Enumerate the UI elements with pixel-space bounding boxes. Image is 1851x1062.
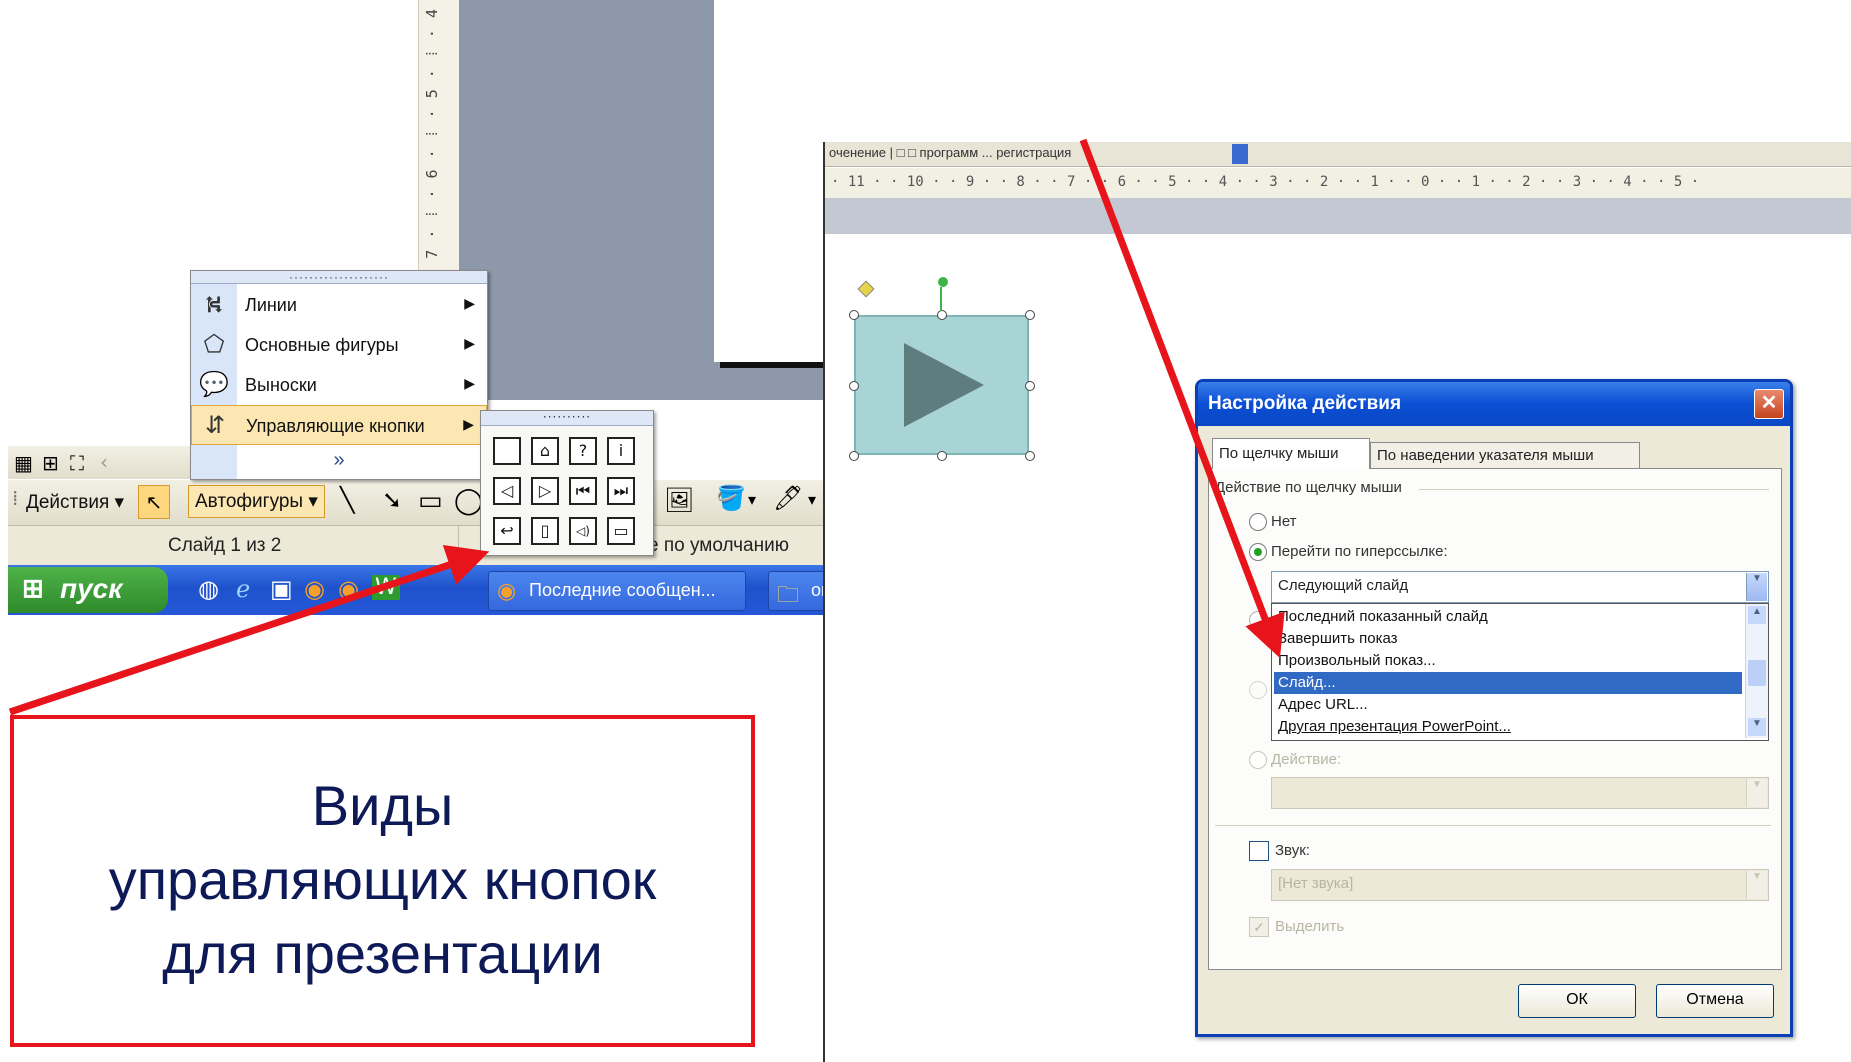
arrow-to-slide-option <box>1079 138 1285 659</box>
caption-line-3: для презентации <box>162 922 603 985</box>
tab-on-click[interactable]: По щелчку мыши <box>1212 438 1370 469</box>
caption-text: Виды управляющих кнопок для презентации <box>14 769 751 991</box>
caption-line-2: управляющих кнопок <box>108 848 657 911</box>
arrow-to-palette <box>8 544 490 716</box>
tab-label: По щелчку мыши <box>1219 445 1339 462</box>
caption-line-1: Виды <box>311 774 454 837</box>
caption-box: Виды управляющих кнопок для презентации <box>10 715 755 1047</box>
